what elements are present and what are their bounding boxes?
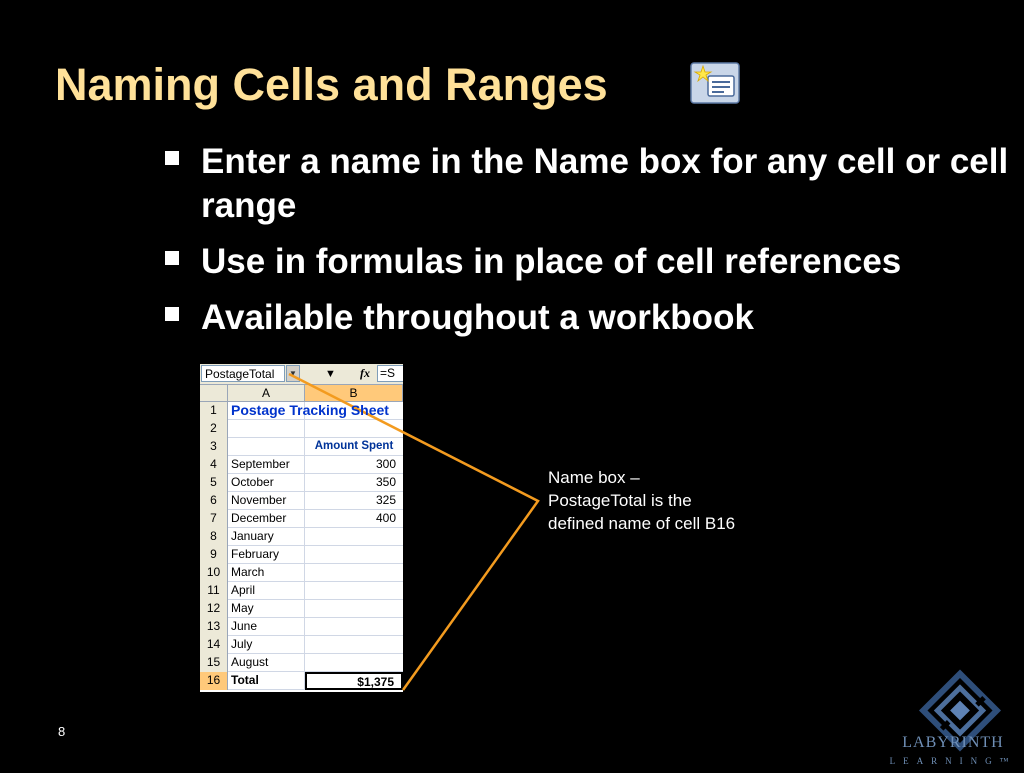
row-header[interactable]: 15 — [200, 654, 228, 672]
cell-a[interactable]: February — [228, 546, 305, 564]
define-name-icon — [690, 62, 740, 104]
row-header[interactable]: 5 — [200, 474, 228, 492]
column-header-a[interactable]: A — [228, 385, 305, 402]
cell-a[interactable]: May — [228, 600, 305, 618]
row-header[interactable]: 1 — [200, 402, 228, 420]
row-header[interactable]: 6 — [200, 492, 228, 510]
cell-a[interactable] — [228, 438, 305, 456]
cell-a[interactable]: July — [228, 636, 305, 654]
table-row: 2 — [200, 420, 403, 438]
cell-b[interactable]: 350 — [305, 474, 403, 492]
cell-a[interactable]: November — [228, 492, 305, 510]
cell-a[interactable]: September — [228, 456, 305, 474]
logo-wordmark: LABYRINTH — [902, 734, 1004, 751]
name-box[interactable]: PostageTotal — [201, 365, 285, 382]
table-row: 4 September 300 — [200, 456, 403, 474]
table-row: 12 May — [200, 600, 403, 618]
table-row: 5 October 350 — [200, 474, 403, 492]
cell-b[interactable] — [305, 528, 403, 546]
bullet-item: Enter a name in the Name box for any cel… — [165, 140, 1015, 228]
bullet-list: Enter a name in the Name box for any cel… — [165, 140, 1015, 352]
cell-a[interactable]: August — [228, 654, 305, 672]
table-row: 11 April — [200, 582, 403, 600]
formula-input[interactable]: =S — [377, 365, 403, 382]
labyrinth-logo-icon — [918, 669, 1002, 752]
cell-a[interactable]: October — [228, 474, 305, 492]
table-row: 15 August — [200, 654, 403, 672]
cell-a[interactable]: January — [228, 528, 305, 546]
cell-b[interactable] — [305, 654, 403, 672]
table-row: 1 Postage Tracking Sheet — [200, 402, 403, 420]
row-header[interactable]: 4 — [200, 456, 228, 474]
table-row: 3 Amount Spent — [200, 438, 403, 456]
cell-b[interactable] — [305, 636, 403, 654]
table-row: 13 June — [200, 618, 403, 636]
column-header-b[interactable]: B — [305, 385, 403, 402]
table-row: 8 January — [200, 528, 403, 546]
bullet-text: Use in formulas in place of cell referen… — [201, 242, 902, 281]
square-bullet-icon — [165, 251, 179, 265]
cell-a[interactable]: December — [228, 510, 305, 528]
logo-subtitle: LEARNING™ — [889, 756, 1017, 766]
row-header[interactable]: 3 — [200, 438, 228, 456]
row-header[interactable]: 8 — [200, 528, 228, 546]
table-row: 7 December 400 — [200, 510, 403, 528]
cell-a1[interactable]: Postage Tracking Sheet — [228, 402, 389, 420]
spreadsheet-screenshot: PostageTotal ▼ ▼ fx =S A B 1 Postage Trac… — [200, 364, 403, 692]
table-row: 10 March — [200, 564, 403, 582]
callout-line: Name box – — [548, 468, 640, 487]
cell-a[interactable]: June — [228, 618, 305, 636]
table-row: 16 Total $1,375 — [200, 672, 403, 690]
table-row: 6 November 325 — [200, 492, 403, 510]
callout-lines — [288, 372, 540, 691]
cell-a16-total[interactable]: Total — [228, 672, 305, 690]
cell-b[interactable]: 300 — [305, 456, 403, 474]
row-header[interactable]: 14 — [200, 636, 228, 654]
cell-a[interactable] — [228, 420, 305, 438]
bullet-item: Available throughout a workbook — [165, 296, 1015, 340]
cell-b[interactable] — [305, 582, 403, 600]
callout-line: PostageTotal is the — [548, 491, 692, 510]
callout-text: Name box – PostageTotal is the defined n… — [548, 466, 808, 535]
dropdown-arrow-icon[interactable]: ▼ — [303, 367, 358, 381]
callout-line: defined name of cell B16 — [548, 514, 736, 533]
cell-b[interactable] — [305, 600, 403, 618]
table-row: 14 July — [200, 636, 403, 654]
row-header[interactable]: 9 — [200, 546, 228, 564]
cell-b[interactable] — [305, 618, 403, 636]
bullet-item: Use in formulas in place of cell referen… — [165, 240, 1015, 284]
cell-b[interactable] — [305, 420, 403, 438]
formula-bar: PostageTotal ▼ ▼ fx =S — [200, 364, 403, 385]
slide-title: Naming Cells and Ranges — [55, 59, 608, 110]
cell-b3-header[interactable]: Amount Spent — [305, 438, 403, 456]
cell-b[interactable]: 400 — [305, 510, 403, 528]
row-header[interactable]: 12 — [200, 600, 228, 618]
row-header[interactable]: 10 — [200, 564, 228, 582]
row-header-selected[interactable]: 16 — [200, 672, 228, 690]
row-header[interactable]: 11 — [200, 582, 228, 600]
table-row: 9 February — [200, 546, 403, 564]
cell-b[interactable] — [305, 546, 403, 564]
name-box-dropdown-icon[interactable]: ▼ — [286, 365, 300, 382]
cell-a[interactable]: April — [228, 582, 305, 600]
cell-b[interactable]: 325 — [305, 492, 403, 510]
insert-function-icon[interactable]: fx — [360, 365, 376, 382]
bullet-text: Available throughout a workbook — [201, 298, 754, 337]
page-number: 8 — [58, 724, 66, 739]
row-header[interactable]: 2 — [200, 420, 228, 438]
cell-b16-selected[interactable]: $1,375 — [305, 672, 403, 690]
select-all-corner[interactable] — [200, 385, 228, 402]
cell-b[interactable] — [305, 564, 403, 582]
square-bullet-icon — [165, 307, 179, 321]
square-bullet-icon — [165, 151, 179, 165]
cell-a[interactable]: March — [228, 564, 305, 582]
row-header[interactable]: 7 — [200, 510, 228, 528]
bullet-text: Enter a name in the Name box for any cel… — [201, 142, 1009, 225]
row-header[interactable]: 13 — [200, 618, 228, 636]
